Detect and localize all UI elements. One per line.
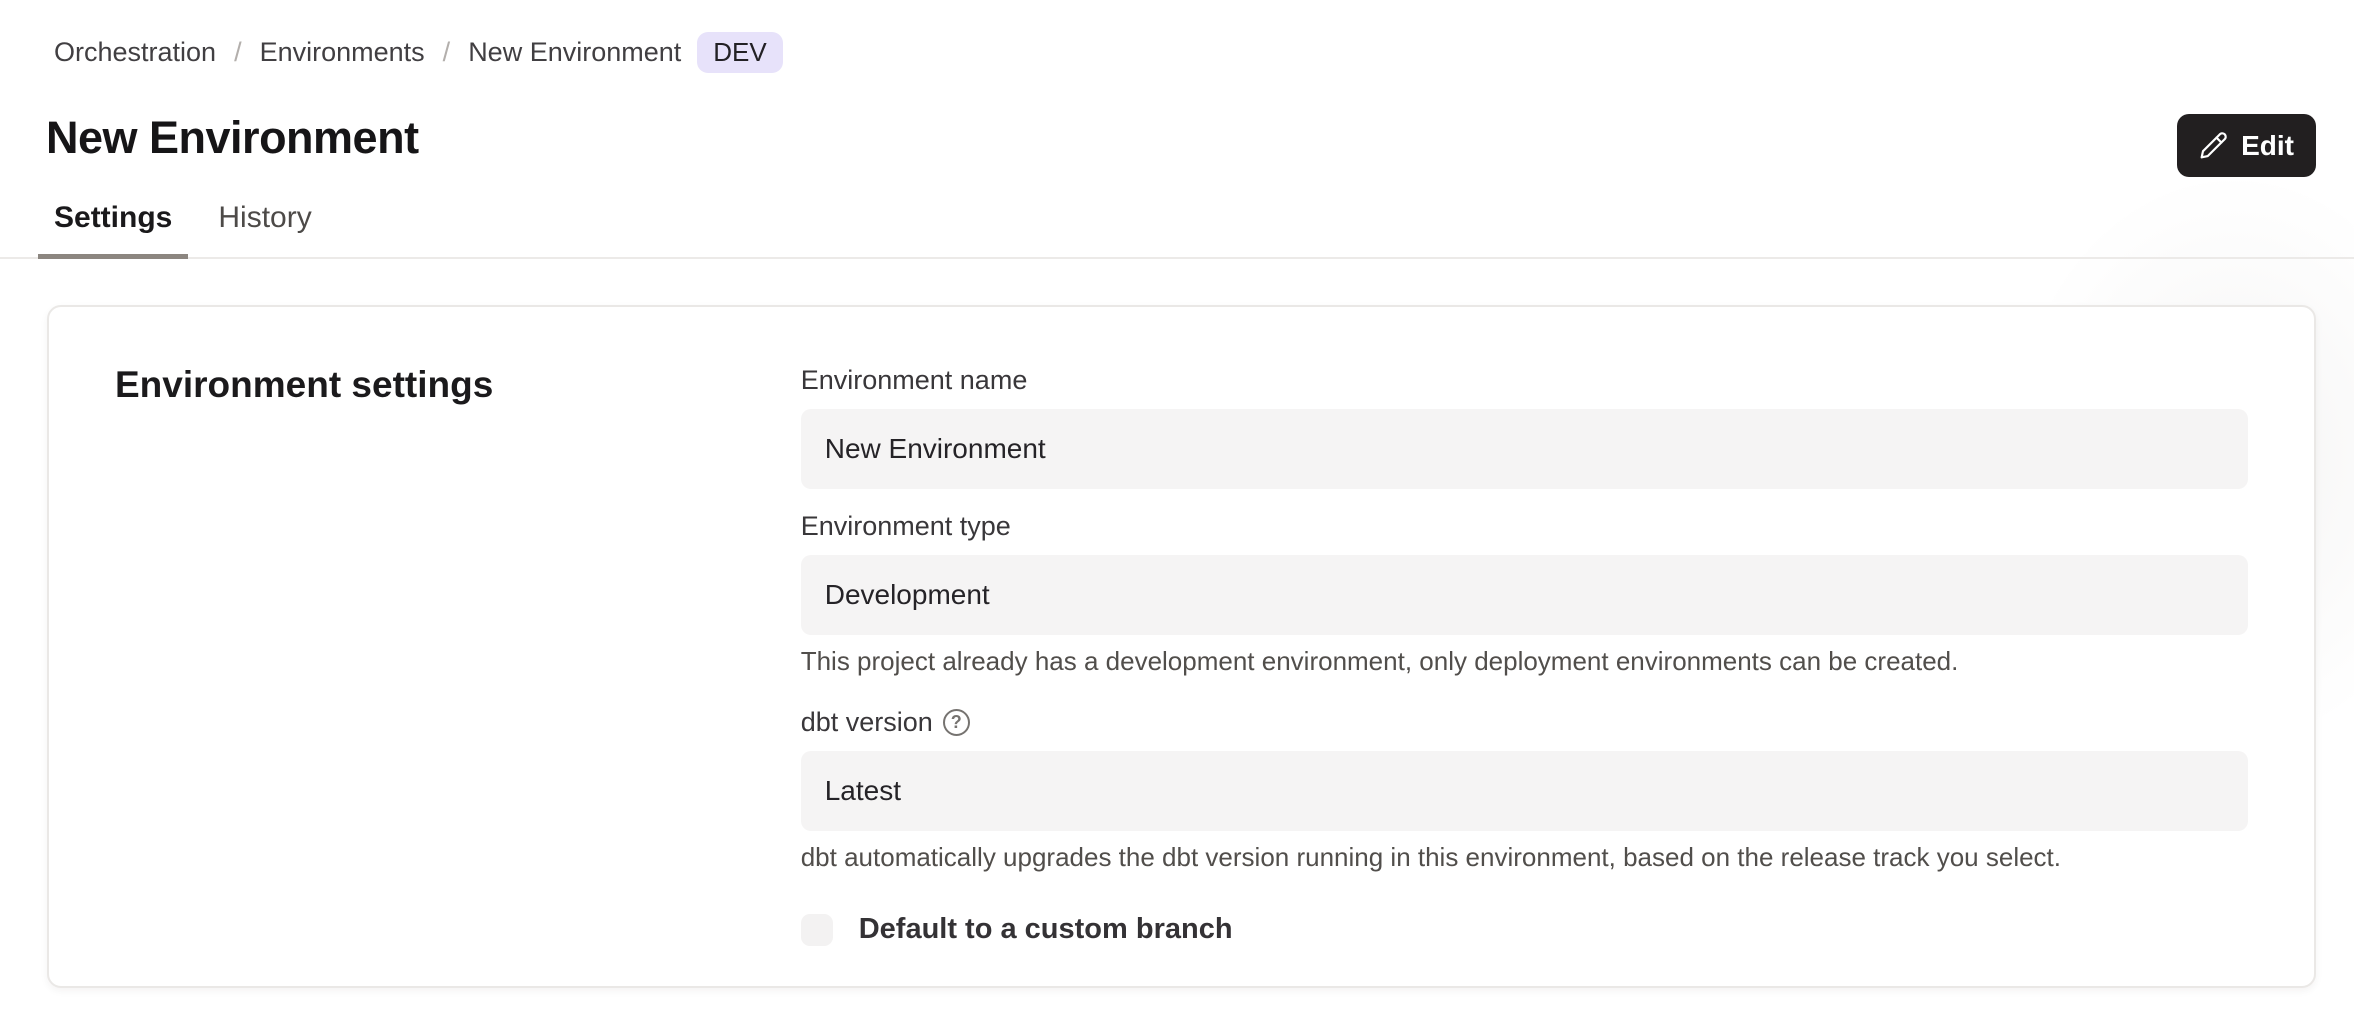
custom-branch-row: Default to a custom branch [801,913,2248,946]
tab-history-label: History [218,201,311,234]
environment-name-input[interactable]: New Environment [801,409,2248,489]
tab-settings[interactable]: Settings [38,198,188,259]
field-environment-name: Environment name New Environment [801,363,2248,489]
environment-page: Orchestration / Environments / New Envir… [0,0,2354,1020]
dbt-version-helper-text: dbt automatically upgrades the dbt versi… [801,841,2248,873]
help-circle-icon[interactable]: ? [943,709,970,736]
breadcrumb-orchestration[interactable]: Orchestration [54,37,216,68]
breadcrumb-current-page: New Environment [468,37,681,68]
environment-settings-card: Environment settings Environment name Ne… [47,305,2316,988]
page-title: New Environment [46,104,2316,172]
breadcrumb-separator: / [234,37,242,68]
tab-history[interactable]: History [202,198,327,259]
breadcrumb-environments[interactable]: Environments [260,37,425,68]
card-heading: Environment settings [115,363,801,930]
environment-type-input[interactable]: Development [801,555,2248,635]
environment-type-label: Environment type [801,509,2248,543]
environment-settings-form: Environment name New Environment Environ… [801,363,2248,930]
environment-name-label: Environment name [801,363,2248,397]
tab-settings-label: Settings [54,201,172,234]
custom-branch-label: Default to a custom branch [859,913,1233,946]
field-dbt-version: dbt version ? Latest dbt automatically u… [801,705,2248,873]
field-environment-type: Environment type Development This projec… [801,509,2248,677]
environment-type-helper-text: This project already has a development e… [801,645,2248,677]
tab-divider [0,257,2354,259]
edit-button-label: Edit [2241,130,2294,162]
pencil-icon [2199,131,2228,160]
dbt-version-label: dbt version [801,705,933,739]
page-header: New Environment Edit [46,104,2316,174]
custom-branch-checkbox[interactable] [801,914,833,946]
breadcrumb-separator: / [443,37,451,68]
env-dev-badge: DEV [697,32,782,73]
tab-bar: Settings History [38,198,328,259]
edit-button[interactable]: Edit [2177,114,2316,177]
dbt-version-input[interactable]: Latest [801,751,2248,831]
breadcrumb: Orchestration / Environments / New Envir… [54,30,783,74]
